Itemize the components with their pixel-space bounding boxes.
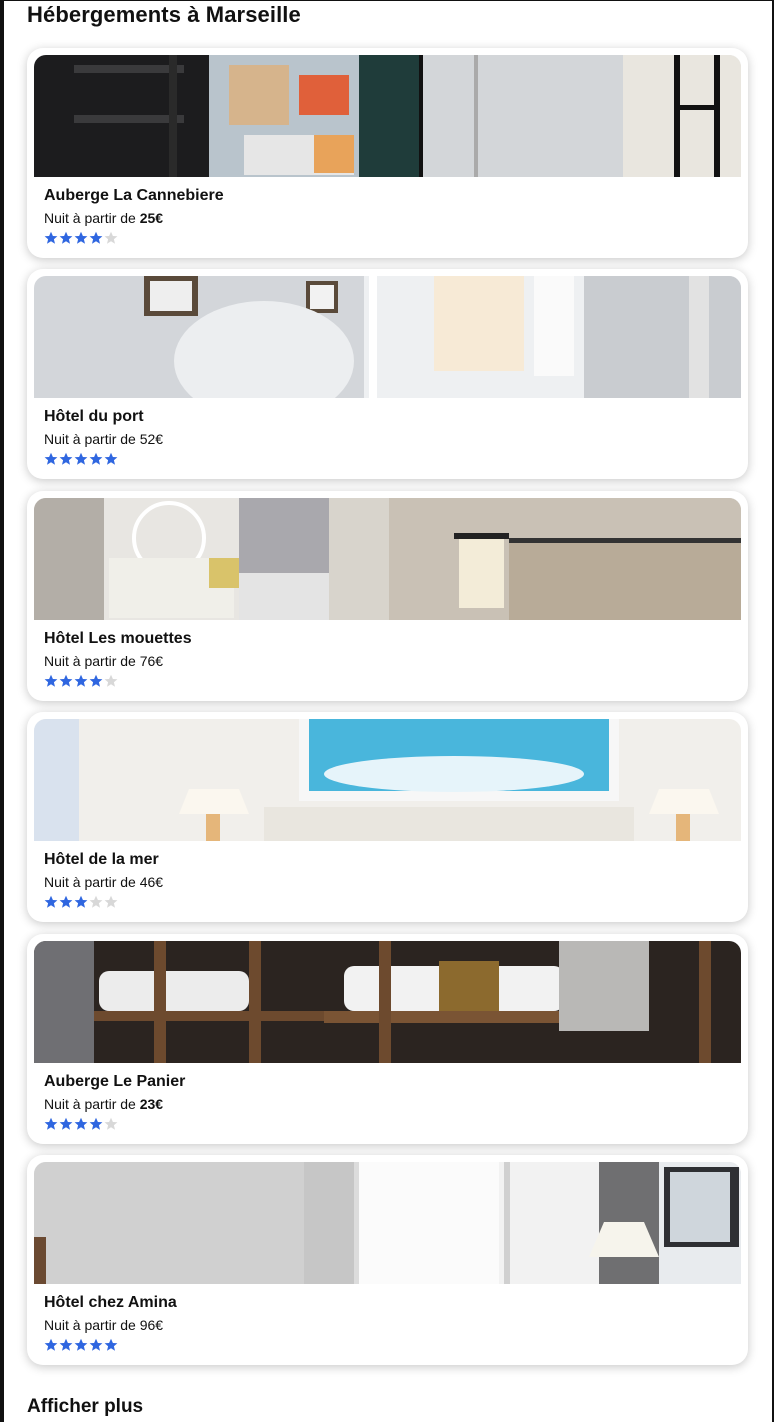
star-empty-icon — [89, 895, 103, 908]
star-empty-icon — [104, 1117, 118, 1130]
star-empty-icon — [104, 895, 118, 908]
listing-card[interactable]: Hôtel Les mouettes Nuit à partir de 76€ — [27, 491, 748, 701]
star-filled-icon — [89, 231, 103, 244]
price-prefix: Nuit à partir de — [44, 874, 140, 890]
star-filled-icon — [74, 674, 88, 687]
price-prefix: Nuit à partir de — [44, 210, 140, 226]
star-rating — [44, 895, 118, 909]
price-prefix: Nuit à partir de — [44, 1096, 140, 1112]
listing-price-line: Nuit à partir de 96€ — [44, 1317, 163, 1333]
star-rating — [44, 674, 118, 688]
listing-photo[interactable] — [34, 276, 741, 398]
listing-price-line: Nuit à partir de 23€ — [44, 1096, 163, 1112]
listing-price-line: Nuit à partir de 25€ — [44, 210, 163, 226]
listing-card[interactable]: Auberge La Cannebiere Nuit à partir de 2… — [27, 48, 748, 258]
listing-card[interactable]: Hôtel de la mer Nuit à partir de 46€ — [27, 712, 748, 922]
listing-photo[interactable] — [34, 55, 741, 177]
star-filled-icon — [59, 674, 73, 687]
wooden-bunk-beds-image — [34, 941, 741, 1063]
listing-price-line: Nuit à partir de 76€ — [44, 653, 163, 669]
listing-card[interactable]: Auberge Le Panier Nuit à partir de 23€ — [27, 934, 748, 1144]
star-filled-icon — [89, 452, 103, 465]
listing-photo[interactable] — [34, 498, 741, 620]
listing-name[interactable]: Hôtel de la mer — [44, 851, 159, 869]
star-filled-icon — [74, 895, 88, 908]
star-filled-icon — [89, 1338, 103, 1351]
listing-name[interactable]: Hôtel Les mouettes — [44, 630, 192, 648]
star-empty-icon — [104, 674, 118, 687]
star-filled-icon — [59, 895, 73, 908]
listing-card[interactable]: Hôtel du port Nuit à partir de 52€ — [27, 269, 748, 479]
listing-name[interactable]: Hôtel chez Amina — [44, 1294, 177, 1312]
star-filled-icon — [74, 1117, 88, 1130]
star-filled-icon — [59, 452, 73, 465]
show-more-link[interactable]: Afficher plus — [27, 1396, 143, 1418]
star-rating — [44, 1117, 118, 1131]
star-filled-icon — [89, 1117, 103, 1130]
star-filled-icon — [44, 1338, 58, 1351]
star-rating — [44, 1338, 118, 1352]
star-empty-icon — [104, 231, 118, 244]
listing-name[interactable]: Hôtel du port — [44, 408, 144, 426]
star-filled-icon — [74, 1338, 88, 1351]
star-filled-icon — [59, 1338, 73, 1351]
price-prefix: Nuit à partir de — [44, 653, 140, 669]
star-filled-icon — [74, 231, 88, 244]
star-filled-icon — [89, 674, 103, 687]
price-value: 96€ — [139, 1317, 164, 1333]
star-filled-icon — [44, 452, 58, 465]
star-filled-icon — [44, 674, 58, 687]
star-filled-icon — [44, 895, 58, 908]
star-rating — [44, 452, 118, 466]
listing-price-line: Nuit à partir de 46€ — [44, 874, 163, 890]
price-prefix: Nuit à partir de — [44, 431, 140, 447]
star-filled-icon — [104, 452, 118, 465]
listing-price-line: Nuit à partir de 52€ — [44, 431, 163, 447]
star-filled-icon — [59, 1117, 73, 1130]
price-value: 76€ — [139, 653, 164, 669]
star-filled-icon — [59, 231, 73, 244]
star-filled-icon — [44, 1117, 58, 1130]
listing-name[interactable]: Auberge La Cannebiere — [44, 187, 224, 205]
hostel-dorm-window-image — [34, 55, 741, 177]
star-filled-icon — [104, 1338, 118, 1351]
star-rating — [44, 231, 118, 245]
price-prefix: Nuit à partir de — [44, 1317, 140, 1333]
listing-photo[interactable] — [34, 941, 741, 1063]
page-title: Hébergements à Marseille — [27, 2, 301, 27]
price-value: 23€ — [139, 1096, 164, 1112]
room-lamp-headboard-image — [34, 498, 741, 620]
bright-room-window-image — [34, 276, 741, 398]
price-value: 25€ — [139, 210, 164, 226]
listing-photo[interactable] — [34, 1162, 741, 1284]
white-room-curtains-image — [34, 1162, 741, 1284]
price-value: 52€ — [139, 431, 164, 447]
listing-photo[interactable] — [34, 719, 741, 841]
star-filled-icon — [74, 452, 88, 465]
room-sea-painting-image — [34, 719, 741, 841]
star-filled-icon — [44, 231, 58, 244]
price-value: 46€ — [139, 874, 164, 890]
listing-card[interactable]: Hôtel chez Amina Nuit à partir de 96€ — [27, 1155, 748, 1365]
listing-name[interactable]: Auberge Le Panier — [44, 1073, 185, 1091]
